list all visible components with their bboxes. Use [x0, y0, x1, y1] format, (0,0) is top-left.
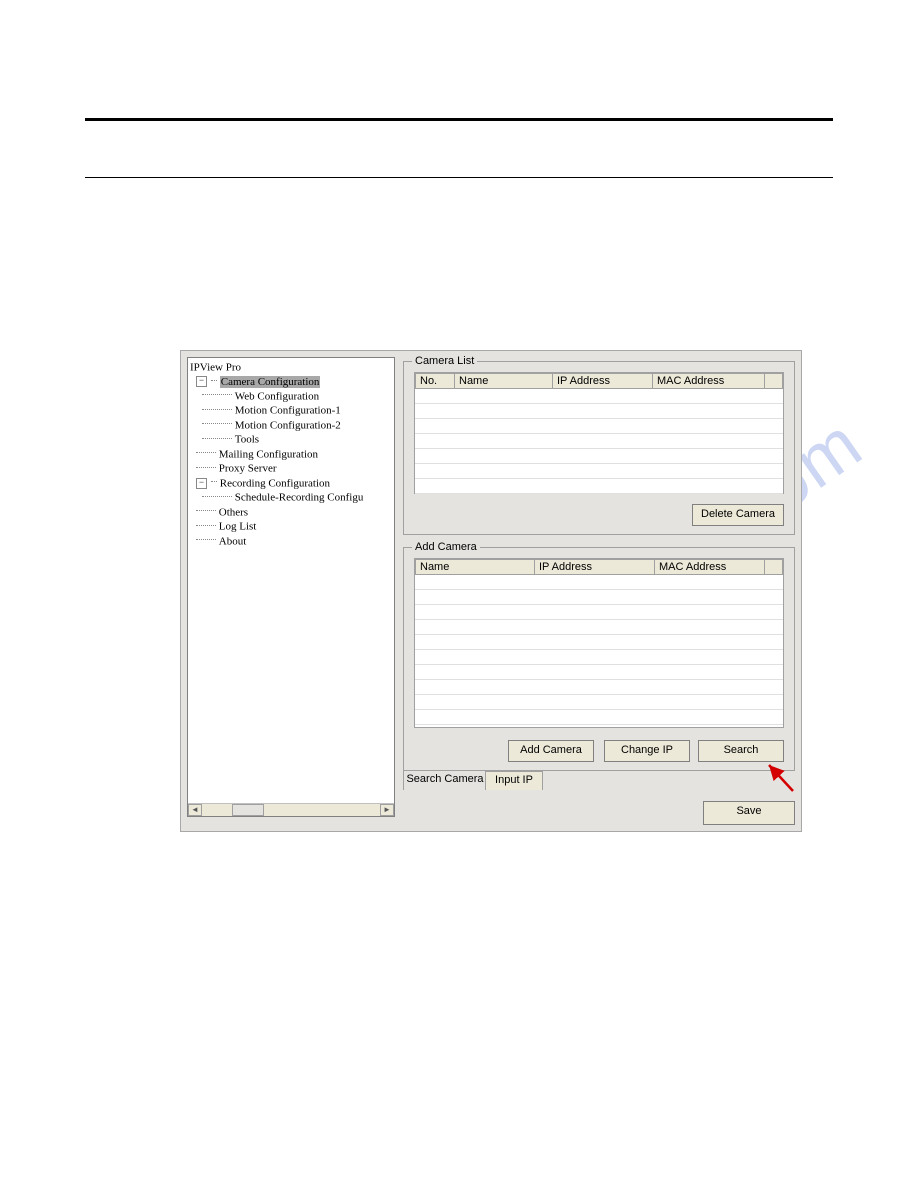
tree-tools[interactable]: Tools	[235, 434, 259, 446]
col-no[interactable]: No.	[415, 373, 455, 389]
tree-others[interactable]: Others	[219, 506, 248, 518]
tree-mailing[interactable]: Mailing Configuration	[219, 448, 318, 460]
change-ip-button[interactable]: Change IP	[604, 740, 690, 762]
minus-icon[interactable]: −	[196, 478, 207, 489]
col-spacer	[765, 559, 783, 575]
tree-motion-1[interactable]: Motion Configuration-1	[235, 405, 341, 417]
right-area: Camera List No. Name IP Address MAC Addr…	[403, 355, 797, 825]
camera-list-title: Camera List	[412, 355, 477, 367]
add-camera-button[interactable]: Add Camera	[508, 740, 594, 762]
add-camera-title: Add Camera	[412, 541, 480, 553]
add-camera-rows	[415, 575, 783, 727]
save-button[interactable]: Save	[703, 801, 795, 825]
col-name[interactable]: Name	[455, 373, 553, 389]
col-ip[interactable]: IP Address	[553, 373, 653, 389]
page-divider-thick	[85, 118, 833, 121]
dialog-panel: IPView Pro − Camera Configuration Web Co…	[180, 350, 802, 832]
minus-icon[interactable]: −	[196, 376, 207, 387]
add-camera-listview[interactable]: Name IP Address MAC Address	[414, 558, 784, 728]
tree-panel: IPView Pro − Camera Configuration Web Co…	[187, 357, 395, 817]
camera-list-group: Camera List No. Name IP Address MAC Addr…	[403, 361, 795, 535]
tree-camera-config[interactable]: Camera Configuration	[220, 376, 321, 388]
search-button[interactable]: Search	[698, 740, 784, 762]
scroll-right-icon[interactable]: ►	[380, 804, 394, 816]
col-mac[interactable]: MAC Address	[655, 559, 765, 575]
tree-proxy[interactable]: Proxy Server	[219, 463, 277, 475]
scroll-thumb[interactable]	[232, 804, 264, 816]
tree-about[interactable]: About	[219, 535, 247, 547]
tree-content: IPView Pro − Camera Configuration Web Co…	[188, 358, 394, 804]
col-spacer	[765, 373, 783, 389]
tree-schedule[interactable]: Schedule-Recording Configu	[235, 492, 364, 504]
scroll-track[interactable]	[202, 804, 380, 816]
tab-input-ip[interactable]: Input IP	[485, 771, 543, 790]
delete-camera-button[interactable]: Delete Camera	[692, 504, 784, 526]
add-camera-group: Add Camera Name IP Address MAC Address	[403, 547, 795, 771]
page-divider-thin	[85, 177, 833, 178]
camera-list-rows	[415, 389, 783, 493]
tree-motion-2[interactable]: Motion Configuration-2	[235, 419, 341, 431]
tree-loglist[interactable]: Log List	[219, 521, 257, 533]
tab-search-camera[interactable]: Search Camera	[403, 770, 487, 790]
tree-horizontal-scrollbar[interactable]: ◄ ►	[188, 803, 394, 816]
col-name[interactable]: Name	[415, 559, 535, 575]
tree-root[interactable]: IPView Pro	[190, 361, 241, 373]
camera-list-listview[interactable]: No. Name IP Address MAC Address	[414, 372, 784, 494]
col-mac[interactable]: MAC Address	[653, 373, 765, 389]
scroll-left-icon[interactable]: ◄	[188, 804, 202, 816]
tree-recording[interactable]: Recording Configuration	[220, 477, 330, 489]
tree-web-config[interactable]: Web Configuration	[235, 390, 319, 402]
col-ip[interactable]: IP Address	[535, 559, 655, 575]
